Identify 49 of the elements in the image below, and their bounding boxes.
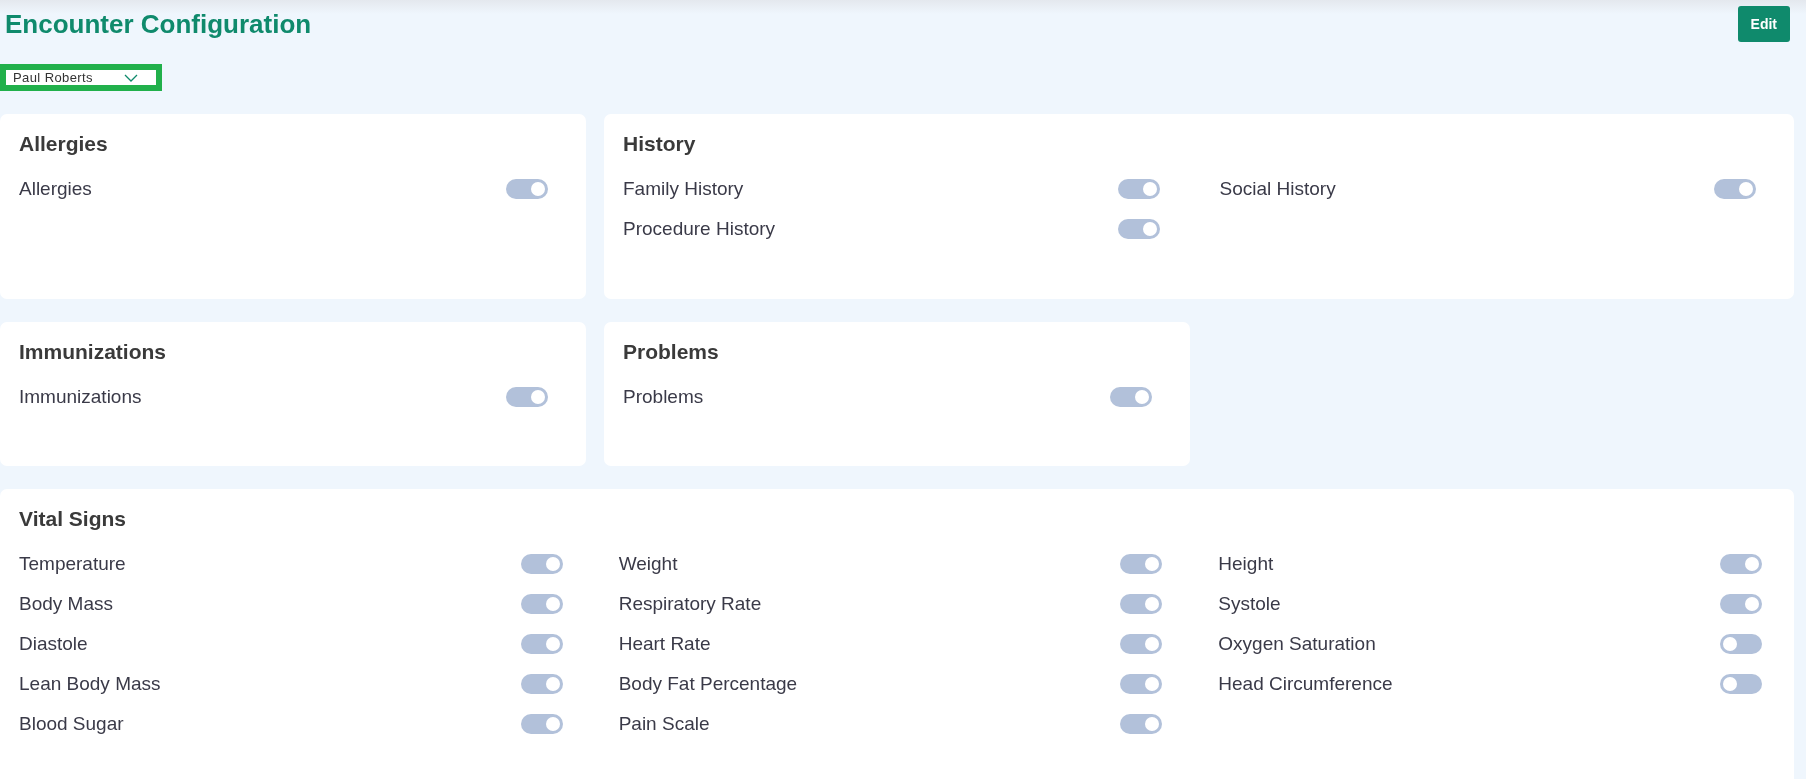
section-title: Immunizations bbox=[19, 340, 167, 364]
toggle-switch[interactable] bbox=[1120, 554, 1163, 574]
setting-label: Problems bbox=[623, 386, 704, 408]
page-title: Encounter Configuration bbox=[5, 8, 312, 40]
setting-label: Pain Scale bbox=[618, 713, 710, 735]
toggle-switch[interactable] bbox=[506, 179, 548, 199]
toggle-switch[interactable] bbox=[1720, 634, 1762, 654]
setting-label: Immunizations bbox=[19, 386, 142, 408]
toggle-switch[interactable] bbox=[520, 634, 563, 654]
section-title: Allergies bbox=[19, 132, 109, 156]
setting-label: Body Mass bbox=[19, 593, 113, 615]
setting-label: Height bbox=[1218, 553, 1274, 575]
setting-label: Family History bbox=[623, 178, 744, 200]
toggle-switch[interactable] bbox=[1117, 219, 1160, 239]
section-title: Vital Signs bbox=[19, 507, 127, 531]
toggle-switch[interactable] bbox=[1120, 634, 1163, 654]
chevron-down-icon bbox=[124, 73, 138, 82]
toggle-switch[interactable] bbox=[520, 714, 563, 734]
setting-label: Heart Rate bbox=[618, 633, 711, 655]
toggle-switch[interactable] bbox=[1714, 179, 1756, 199]
setting-label: Blood Sugar bbox=[19, 713, 124, 735]
setting-label: Temperature bbox=[19, 553, 126, 575]
setting-label: Body Fat Percentage bbox=[618, 673, 798, 695]
section-title: Problems bbox=[623, 340, 720, 364]
toggle-switch[interactable] bbox=[1720, 594, 1762, 614]
setting-label: Allergies bbox=[19, 178, 92, 200]
patient-select[interactable]: Paul Roberts bbox=[0, 64, 162, 91]
toggle-switch[interactable] bbox=[506, 387, 548, 407]
setting-label: Lean Body Mass bbox=[19, 673, 161, 695]
toggle-switch[interactable] bbox=[1110, 387, 1152, 407]
setting-label: Weight bbox=[618, 553, 678, 575]
setting-label: Respiratory Rate bbox=[618, 593, 762, 615]
toggle-switch[interactable] bbox=[1120, 594, 1163, 614]
section-title: History bbox=[623, 132, 697, 156]
setting-label: Oxygen Saturation bbox=[1218, 633, 1376, 655]
setting-label: Procedure History bbox=[623, 218, 776, 240]
setting-label: Head Circumference bbox=[1218, 673, 1393, 695]
setting-label: Systole bbox=[1218, 593, 1281, 615]
toggle-switch[interactable] bbox=[1120, 714, 1163, 734]
edit-button[interactable]: Edit bbox=[1737, 6, 1790, 42]
toggle-switch[interactable] bbox=[1120, 674, 1163, 694]
toggle-switch[interactable] bbox=[520, 554, 563, 574]
toggle-switch[interactable] bbox=[1117, 179, 1160, 199]
toggle-switch[interactable] bbox=[520, 674, 563, 694]
toggle-switch[interactable] bbox=[1720, 554, 1762, 574]
setting-label: Social History bbox=[1219, 178, 1336, 200]
setting-label: Diastole bbox=[19, 633, 88, 655]
toggle-switch[interactable] bbox=[1720, 674, 1762, 694]
toggle-switch[interactable] bbox=[520, 594, 563, 614]
